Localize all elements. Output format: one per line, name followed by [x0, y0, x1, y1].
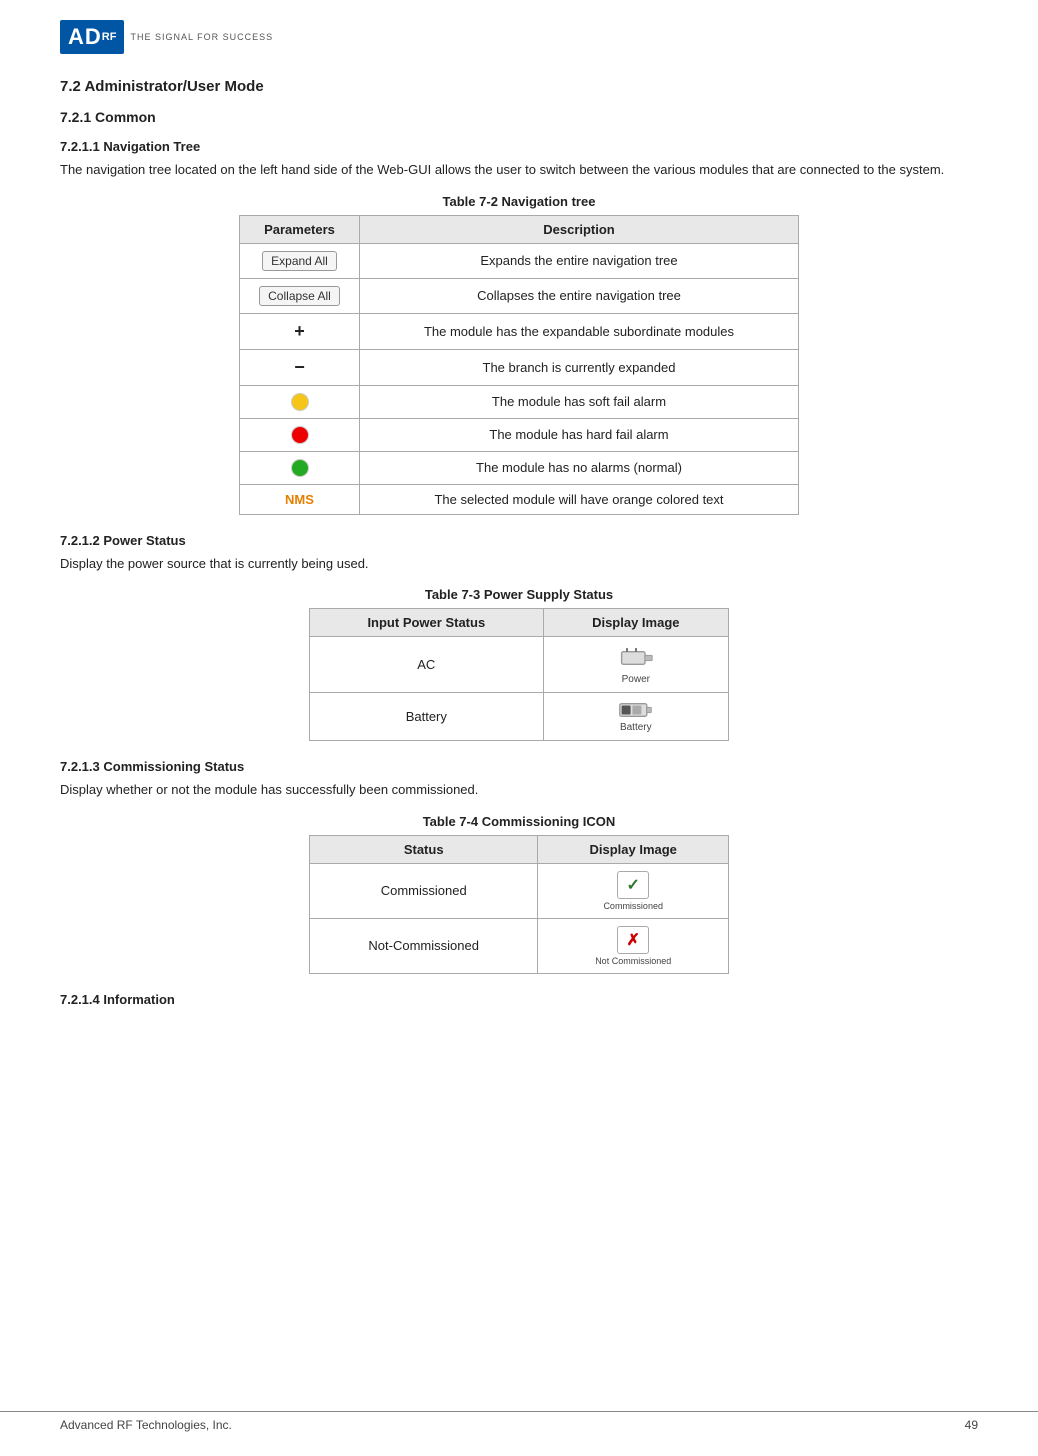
commissioned-image-label: Commissioned	[603, 901, 663, 911]
col-display-image: Display Image	[543, 609, 728, 637]
nav-green-desc: The module has no alarms (normal)	[360, 451, 799, 484]
table-row: Not-Commissioned ✗ Not Commissioned	[310, 918, 729, 973]
commissioned-status-label: Commissioned	[310, 863, 538, 918]
section-7-2-1-title: 7.2.1 Common	[60, 109, 978, 125]
section-7-2-1-1-title: 7.2.1.1 Navigation Tree	[60, 139, 978, 154]
x-box: ✗	[617, 926, 649, 954]
battery-label: Battery	[620, 722, 652, 733]
power-status-description: Display the power source that is current…	[60, 554, 978, 574]
not-commissioned-image-cell: ✗ Not Commissioned	[538, 918, 729, 973]
col-input-power-status: Input Power Status	[310, 609, 544, 637]
not-commissioned-status-label: Not-Commissioned	[310, 918, 538, 973]
table-7-2: Parameters Description Expand All Expand…	[239, 215, 799, 515]
col-parameters: Parameters	[240, 215, 360, 243]
footer-company: Advanced RF Technologies, Inc.	[60, 1418, 232, 1432]
x-mark-icon: ✗	[627, 930, 640, 950]
commissioning-description: Display whether or not the module has su…	[60, 780, 978, 800]
logo-bar: AD RF THE SIGNAL FOR SUCCESS	[60, 20, 978, 54]
battery-svg	[618, 700, 654, 720]
col-status: Status	[310, 835, 538, 863]
nav-expand-all-desc: Expands the entire navigation tree	[360, 243, 799, 278]
plus-icon: +	[294, 321, 305, 341]
nav-plus-desc: The module has the expandable subordinat…	[360, 313, 799, 349]
check-mark-icon: ✓	[627, 875, 640, 895]
table-row: AC Power	[310, 637, 729, 693]
table-row: The module has hard fail alarm	[240, 418, 799, 451]
not-commissioned-icon: ✗ Not Commissioned	[595, 926, 671, 966]
table-7-3: Input Power Status Display Image AC	[309, 608, 729, 741]
nav-red-circle-cell	[240, 418, 360, 451]
logo-rf: RF	[102, 31, 117, 43]
power-ac-icon: Power	[618, 644, 654, 685]
power-label: Power	[622, 674, 650, 685]
ac-plug-svg	[618, 644, 654, 672]
nav-red-desc: The module has hard fail alarm	[360, 418, 799, 451]
section-7-2-title: 7.2 Administrator/User Mode	[60, 78, 978, 95]
not-commissioned-image-label: Not Commissioned	[595, 956, 671, 966]
col-display-image-commission: Display Image	[538, 835, 729, 863]
table-row: NMS The selected module will have orange…	[240, 484, 799, 514]
commissioned-image-cell: ✓ Commissioned	[538, 863, 729, 918]
power-battery-icon: Battery	[618, 700, 654, 733]
logo-tagline: THE SIGNAL FOR SUCCESS	[130, 32, 273, 42]
expand-all-btn: Expand All	[262, 251, 337, 271]
nav-green-circle-cell	[240, 451, 360, 484]
footer-bar: Advanced RF Technologies, Inc. 49	[0, 1411, 1038, 1432]
section-7-2-1-3-title: 7.2.1.3 Commissioning Status	[60, 759, 978, 774]
logo: AD RF	[60, 20, 124, 54]
nav-plus-cell: +	[240, 313, 360, 349]
power-ac-image-cell: Power	[543, 637, 728, 693]
nav-minus-desc: The branch is currently expanded	[360, 349, 799, 385]
table-row: The module has soft fail alarm	[240, 385, 799, 418]
nav-collapse-all-desc: Collapses the entire navigation tree	[360, 278, 799, 313]
table-row: Commissioned ✓ Commissioned	[310, 863, 729, 918]
nms-label: NMS	[285, 492, 314, 507]
table-row: − The branch is currently expanded	[240, 349, 799, 385]
table-row: Battery Battery	[310, 693, 729, 741]
yellow-circle-icon	[291, 393, 309, 411]
table-row: Expand All Expands the entire navigation…	[240, 243, 799, 278]
power-battery-image-cell: Battery	[543, 693, 728, 741]
power-battery-label: Battery	[310, 693, 544, 741]
table-row: + The module has the expandable subordin…	[240, 313, 799, 349]
nav-collapse-all-cell: Collapse All	[240, 278, 360, 313]
table-7-3-caption: Table 7-3 Power Supply Status	[60, 587, 978, 602]
footer-page: 49	[965, 1418, 978, 1432]
minus-icon: −	[294, 357, 305, 377]
green-circle-icon	[291, 459, 309, 477]
nav-nms-desc: The selected module will have orange col…	[360, 484, 799, 514]
check-box: ✓	[617, 871, 649, 899]
nav-minus-cell: −	[240, 349, 360, 385]
col-description: Description	[360, 215, 799, 243]
nav-yellow-circle-cell	[240, 385, 360, 418]
nav-tree-description: The navigation tree located on the left …	[60, 160, 978, 180]
nav-expand-all-cell: Expand All	[240, 243, 360, 278]
red-circle-icon	[291, 426, 309, 444]
table-7-2-caption: Table 7-2 Navigation tree	[60, 194, 978, 209]
table-row: Collapse All Collapses the entire naviga…	[240, 278, 799, 313]
nav-yellow-desc: The module has soft fail alarm	[360, 385, 799, 418]
collapse-all-btn: Collapse All	[259, 286, 340, 306]
commissioned-icon: ✓ Commissioned	[603, 871, 663, 911]
section-7-2-1-4-title: 7.2.1.4 Information	[60, 992, 978, 1007]
nav-nms-cell: NMS	[240, 484, 360, 514]
power-ac-label: AC	[310, 637, 544, 693]
table-7-4: Status Display Image Commissioned ✓ Comm…	[309, 835, 729, 974]
section-7-2-1-2-title: 7.2.1.2 Power Status	[60, 533, 978, 548]
table-7-4-caption: Table 7-4 Commissioning ICON	[60, 814, 978, 829]
logo-letter: AD	[68, 24, 102, 50]
table-row: The module has no alarms (normal)	[240, 451, 799, 484]
